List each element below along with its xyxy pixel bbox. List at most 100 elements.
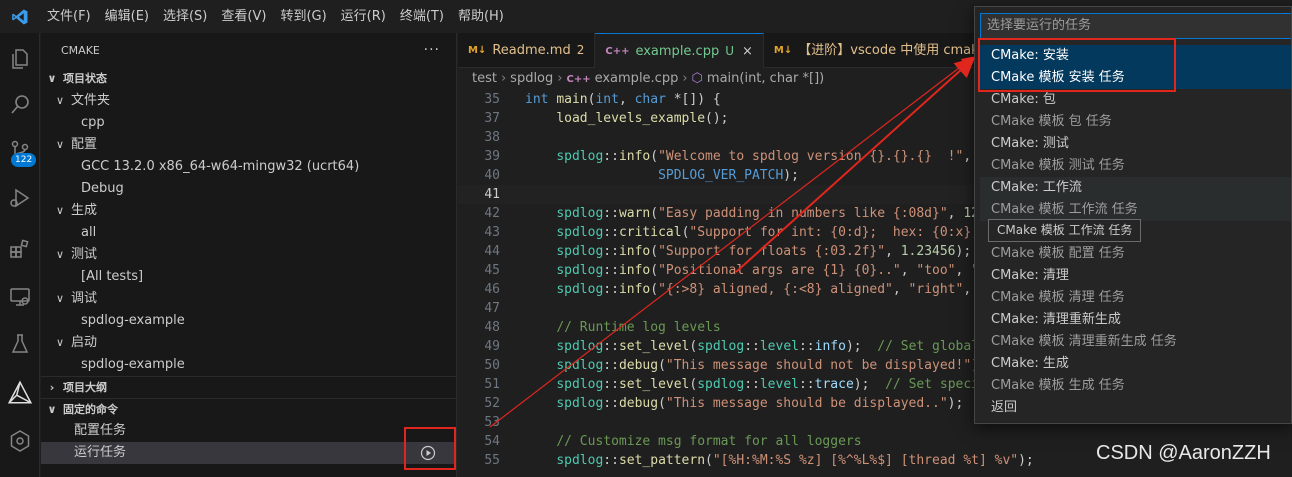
code-token: char	[634, 92, 666, 107]
sidebar-header: CMAKE ···	[41, 33, 456, 68]
code-token: int	[595, 92, 619, 107]
task-item[interactable]: CMake: 安装 CMake 模板 安装 任务	[980, 45, 1291, 89]
code-token: );	[947, 396, 964, 411]
task-title: CMake: 安装	[991, 48, 1069, 63]
code-token: ::	[603, 244, 619, 259]
breadcrumb-segment[interactable]: test	[472, 71, 497, 86]
tree-item[interactable]: ∨ 生成	[41, 200, 456, 222]
editor-tab[interactable]: C++ example.cpp U ×	[595, 33, 764, 68]
code-token: "too"	[916, 263, 956, 278]
line-number: 46	[484, 282, 500, 297]
code-token: ,	[618, 92, 635, 107]
tree-item[interactable]: ∨ 启动	[41, 332, 456, 354]
breadcrumb-segment[interactable]: example.cpp	[595, 71, 679, 86]
code-token: // Set speci	[885, 377, 980, 392]
tree-item[interactable]: spdlog-example	[41, 310, 456, 332]
cmake-icon[interactable]	[0, 373, 40, 413]
code-token: );	[955, 244, 972, 259]
close-icon[interactable]: ×	[742, 34, 753, 69]
task-item[interactable]: CMake: 工作流 CMake 模板 工作流 任务	[980, 177, 1291, 221]
line-number: 37	[484, 111, 500, 126]
task-tooltip: CMake 模板 工作流 任务	[988, 219, 1142, 242]
chevron-right-icon: ›	[557, 71, 563, 86]
back-item[interactable]: 返回	[980, 397, 1291, 419]
task-item[interactable]: CMake: 测试 CMake 模板 测试 任务	[980, 133, 1291, 177]
gitlens-icon[interactable]	[0, 421, 40, 461]
tree-item[interactable]: Debug	[41, 178, 456, 200]
code-text: // Runtime log levels	[525, 318, 720, 337]
code-token: ::	[603, 377, 619, 392]
tree-label: 测试	[71, 247, 98, 262]
code-token: ::	[603, 282, 619, 297]
chevron-right-icon: ›	[682, 71, 688, 86]
line-number: 42	[484, 206, 500, 221]
file-type-icon: M↓	[773, 45, 793, 56]
tree-section[interactable]: › 项目大纲	[41, 376, 456, 398]
tree-item[interactable]: all	[41, 222, 456, 244]
search-icon[interactable]	[0, 85, 40, 125]
tree-item[interactable]: ∨ 测试	[41, 244, 456, 266]
code-token: set_pattern	[618, 453, 706, 468]
menu-item[interactable]: 终端(T)	[393, 0, 451, 33]
run-debug-icon[interactable]	[0, 178, 40, 218]
testing-icon[interactable]	[0, 324, 40, 364]
code-token: critical	[618, 225, 682, 240]
tree-section[interactable]: ∨ 固定的命令	[41, 398, 456, 420]
tree-item[interactable]: GCC 13.2.0 x86_64-w64-mingw32 (ucrt64)	[41, 156, 456, 178]
tab-label: example.cpp	[635, 43, 720, 59]
extensions-icon[interactable]	[0, 229, 40, 269]
task-item[interactable]: CMake: 清理重新生成 CMake 模板 清理重新生成 任务	[980, 309, 1291, 353]
remote-explorer-icon[interactable]	[0, 277, 40, 317]
code-token: spdlog	[556, 377, 604, 392]
task-item[interactable]: CMake: 清理 CMake 模板 清理 任务	[980, 265, 1291, 309]
task-description: CMake 模板 工作流 任务	[991, 202, 1138, 217]
tree-item[interactable]: [All tests]	[41, 266, 456, 288]
tree-label: all	[81, 225, 97, 240]
pinned-command[interactable]: 运行任务	[41, 442, 456, 464]
menu-item[interactable]: 运行(R)	[334, 0, 393, 33]
code-token: ::	[603, 225, 619, 240]
code-text: spdlog::info("{:>8} aligned, {:<8} align…	[525, 280, 979, 299]
pinned-command[interactable]: 配置任务	[41, 420, 456, 442]
tree-section[interactable]: ∨ 项目状态	[41, 68, 456, 90]
chevron-down-icon: ∨	[55, 204, 65, 217]
tree-item[interactable]: ∨ 调试	[41, 288, 456, 310]
function-symbol-icon: ⬡	[691, 71, 703, 86]
task-description: CMake 模板 清理重新生成 任务	[991, 334, 1177, 349]
code-text: spdlog::debug("This message should be di…	[525, 394, 963, 413]
code-token: ();	[705, 111, 729, 126]
task-description: CMake 模板 包 任务	[991, 114, 1112, 129]
breadcrumb-segment[interactable]: spdlog	[510, 71, 553, 86]
menu-item[interactable]: 文件(F)	[40, 0, 98, 33]
tree-item[interactable]: spdlog-example	[41, 354, 456, 376]
menu-item[interactable]: 编辑(E)	[98, 0, 156, 33]
task-item[interactable]: CMake: 生成 CMake 模板 生成 任务	[980, 353, 1291, 397]
code-token: info	[618, 263, 651, 278]
code-token: ::	[798, 377, 815, 392]
menu-item[interactable]: 帮助(H)	[451, 0, 511, 33]
code-text: SPDLOG_VER_PATCH);	[525, 166, 799, 185]
tree-item[interactable]: ∨ 配置	[41, 134, 456, 156]
menu-item[interactable]: 转到(G)	[273, 0, 333, 33]
code-text: spdlog::info("Support for floats {:03.2f…	[525, 242, 971, 261]
menu-item[interactable]: 查看(V)	[214, 0, 273, 33]
code-token: "This message should be displayed.."	[665, 396, 948, 411]
menu-item[interactable]: 选择(S)	[156, 0, 214, 33]
code-token: info	[814, 339, 846, 354]
tree-item[interactable]: cpp	[41, 112, 456, 134]
task-item[interactable]: CMake: 包 CMake 模板 包 任务	[980, 89, 1291, 133]
task-search-input[interactable]: 选择要运行的任务	[980, 13, 1291, 39]
tree-item[interactable]: ∨ 文件夹	[41, 90, 456, 112]
task-title: CMake: 清理重新生成	[991, 312, 1121, 327]
editor-tab[interactable]: M↓ Readme.md 2	[458, 33, 596, 68]
code-token: );	[853, 377, 886, 392]
run-task-play-icon[interactable]	[420, 445, 436, 461]
chevron-down-icon: ∨	[55, 248, 65, 261]
sidebar-title: CMAKE	[61, 44, 100, 57]
more-actions-icon[interactable]: ···	[424, 33, 440, 68]
explorer-icon[interactable]	[0, 39, 40, 79]
line-number: 45	[484, 263, 500, 278]
breadcrumb-segment[interactable]: main(int, char *[])	[707, 71, 824, 86]
